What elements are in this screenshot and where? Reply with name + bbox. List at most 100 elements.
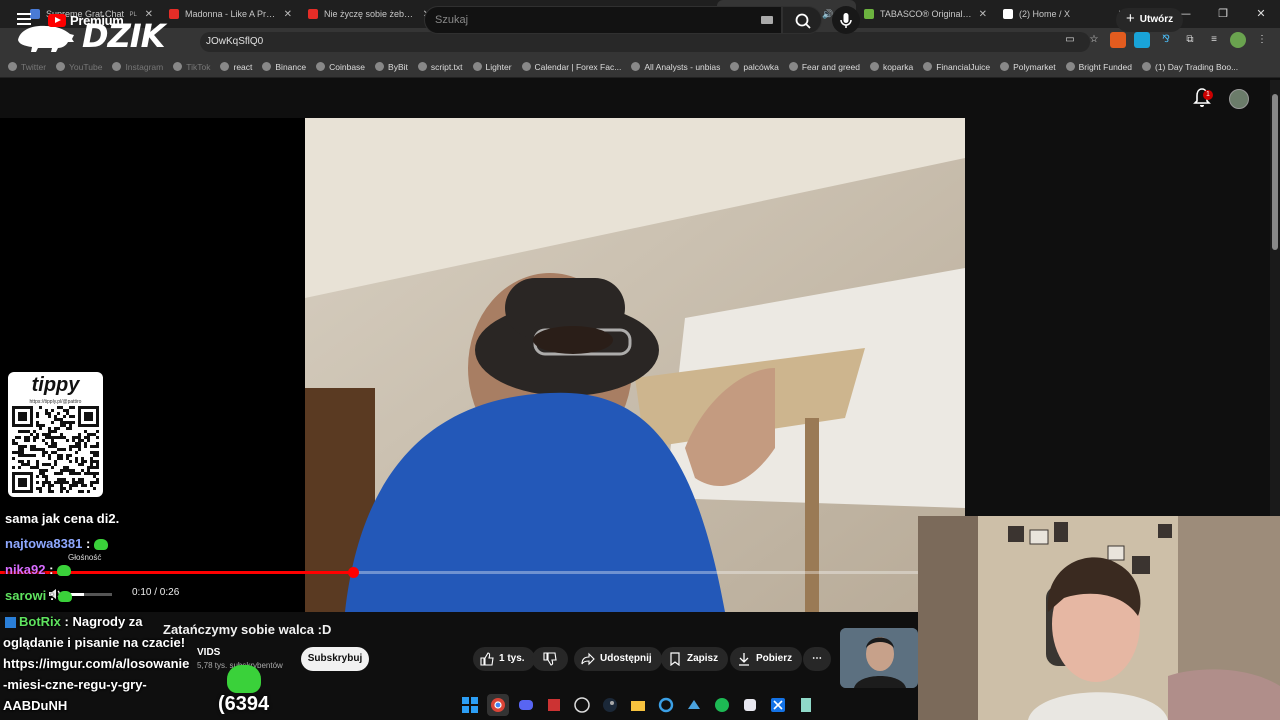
bookmark-item[interactable]: Twitter	[8, 62, 46, 72]
chrome-icon[interactable]	[487, 694, 509, 716]
download-label: Pobierz	[756, 653, 793, 664]
bookmark-item[interactable]: (1) Day Trading Boo...	[1142, 62, 1238, 72]
steam-icon[interactable]	[599, 694, 621, 716]
tab-close-icon[interactable]: ✕	[284, 9, 292, 20]
extension-blue-icon[interactable]	[1134, 32, 1150, 48]
extension-translate-icon[interactable]: ⅋	[1158, 32, 1174, 48]
app-icon-dark[interactable]	[739, 694, 761, 716]
related-video-thumbnail[interactable]	[840, 628, 918, 688]
bookmark-item[interactable]: Coinbase	[316, 62, 365, 72]
chat-text: :	[85, 536, 91, 551]
tab-title: Nie życzę sobie żeby p. m	[324, 9, 417, 19]
viewer-counter: (6394	[218, 693, 270, 715]
volume-tooltip: Głośność	[68, 553, 102, 562]
youtube-header	[0, 78, 1280, 118]
dislike-button[interactable]	[532, 647, 568, 671]
file-explorer-icon[interactable]	[627, 694, 649, 716]
create-button[interactable]: + Utwórz	[1116, 8, 1184, 32]
tab-title: TABASCO® Original Red	[880, 9, 973, 19]
chat-message-continuation: oglądanie i pisanie na czacie!	[3, 635, 186, 650]
bookmark-item[interactable]: TikTok	[173, 62, 210, 72]
close-window-button[interactable]: ✕	[1242, 0, 1280, 28]
like-button[interactable]: 1 tys.	[473, 647, 535, 671]
reading-list-icon[interactable]: ≡	[1206, 32, 1222, 48]
bookmark-item[interactable]: Calendar | Forex Fac...	[521, 62, 621, 72]
chat-text: sama jak cena di2.	[5, 511, 120, 526]
bookmark-item[interactable]: palcówka	[730, 62, 779, 72]
bookmark-favicon-icon	[8, 62, 17, 71]
search-button[interactable]	[782, 6, 822, 34]
volume-slider[interactable]	[70, 593, 112, 596]
thumbs-down-icon	[543, 652, 557, 666]
extension-fox-icon[interactable]	[1110, 32, 1126, 48]
share-button[interactable]: Udostępnij	[574, 647, 662, 671]
extensions-puzzle-icon[interactable]: ⧉	[1182, 32, 1198, 48]
obs-icon[interactable]	[571, 694, 593, 716]
bookmark-favicon-icon	[631, 62, 641, 71]
frog-emote-icon	[58, 591, 73, 603]
qr-code	[12, 406, 99, 493]
bookmark-item[interactable]: Polymarket	[1000, 62, 1056, 72]
spotify-icon[interactable]	[711, 694, 733, 716]
subscribe-button[interactable]: Subskrybuj	[301, 647, 369, 671]
bookmark-item[interactable]: react	[220, 62, 252, 72]
more-actions-button[interactable]: ⋯	[803, 647, 831, 671]
cast-icon[interactable]: ▭	[1062, 32, 1078, 48]
download-button[interactable]: Pobierz	[730, 647, 803, 671]
chat-message: sama jak cena di2.	[5, 511, 119, 526]
account-avatar[interactable]	[1229, 89, 1249, 109]
region-label: PL	[129, 11, 137, 18]
browser-menu-icon[interactable]: ⋮	[1254, 32, 1270, 48]
channel-name[interactable]: VIDS	[197, 647, 220, 658]
bookmark-item[interactable]: ByBit	[375, 62, 408, 72]
bookmark-item[interactable]: All Analysts - unbias	[631, 62, 720, 72]
tab-close-icon[interactable]: ✕	[979, 9, 987, 20]
bookmark-favicon-icon	[112, 62, 122, 71]
profile-avatar-icon[interactable]	[1230, 32, 1246, 48]
menu-hamburger-icon[interactable]	[17, 13, 31, 25]
youtube-premium-logo[interactable]: Premium PL	[48, 11, 137, 28]
streamer-webcam	[918, 516, 1280, 720]
bookmark-favicon-icon	[730, 62, 740, 71]
bookmark-item[interactable]: Lighter	[472, 62, 512, 72]
bookmark-favicon-icon	[472, 62, 482, 71]
premium-label: Premium	[70, 13, 124, 28]
bookmark-favicon-icon	[1000, 62, 1010, 71]
page-scrollbar-thumb[interactable]	[1272, 94, 1278, 250]
discord-icon[interactable]	[515, 694, 537, 716]
bookmark-star-icon[interactable]: ☆	[1086, 32, 1102, 48]
bookmark-item[interactable]: Fear and greed	[788, 62, 860, 72]
bookmark-item[interactable]: YouTube	[56, 62, 102, 72]
app-icon-red[interactable]	[543, 694, 565, 716]
app-icon-c[interactable]	[655, 694, 677, 716]
tippy-qr-widget: tippy https://tipply.pl/@pattiro	[8, 372, 103, 497]
keyboard-icon[interactable]	[761, 16, 773, 24]
search-input[interactable]: Szukaj	[424, 6, 782, 34]
bookmark-item[interactable]: Bright Funded	[1065, 62, 1132, 72]
url-field[interactable]: JOwKqSflQ0	[200, 32, 1090, 52]
chat-message-continuation: https://imgur.com/a/losowanie	[3, 656, 190, 671]
bookmark-item[interactable]: Binance	[262, 62, 306, 72]
app-icon-notes[interactable]	[795, 694, 817, 716]
bookmark-item[interactable]: koparka	[869, 62, 913, 72]
save-button[interactable]: Zapisz	[661, 647, 729, 671]
bookmark-item[interactable]: script.txt	[417, 61, 463, 72]
bookmark-label: script.txt	[430, 61, 463, 72]
bookmark-favicon-icon	[316, 62, 326, 71]
voice-search-button[interactable]	[832, 6, 860, 34]
bookmark-favicon-icon	[788, 62, 798, 71]
browser-tab[interactable]: Madonna - Like A Prayer ✕	[161, 0, 300, 28]
browser-tab[interactable]: (2) Home / X✕	[995, 0, 1134, 28]
maximize-button[interactable]: ❐	[1204, 0, 1242, 28]
share-icon	[581, 652, 595, 666]
bookmark-label: All Analysts - unbias	[644, 61, 721, 72]
bookmark-item[interactable]: FinancialJuice	[923, 62, 990, 72]
app-icon-x[interactable]	[767, 694, 789, 716]
share-label: Udostępnij	[600, 653, 652, 664]
browser-tab[interactable]: Nie życzę sobie żeby p. m✕	[300, 0, 439, 28]
app-icon-blue[interactable]	[683, 694, 705, 716]
video-frame[interactable]	[305, 118, 965, 612]
bookmark-item[interactable]: Instagram	[112, 62, 163, 72]
windows-start-icon[interactable]	[459, 694, 481, 716]
browser-tab[interactable]: TABASCO® Original Red ✕	[856, 0, 995, 28]
